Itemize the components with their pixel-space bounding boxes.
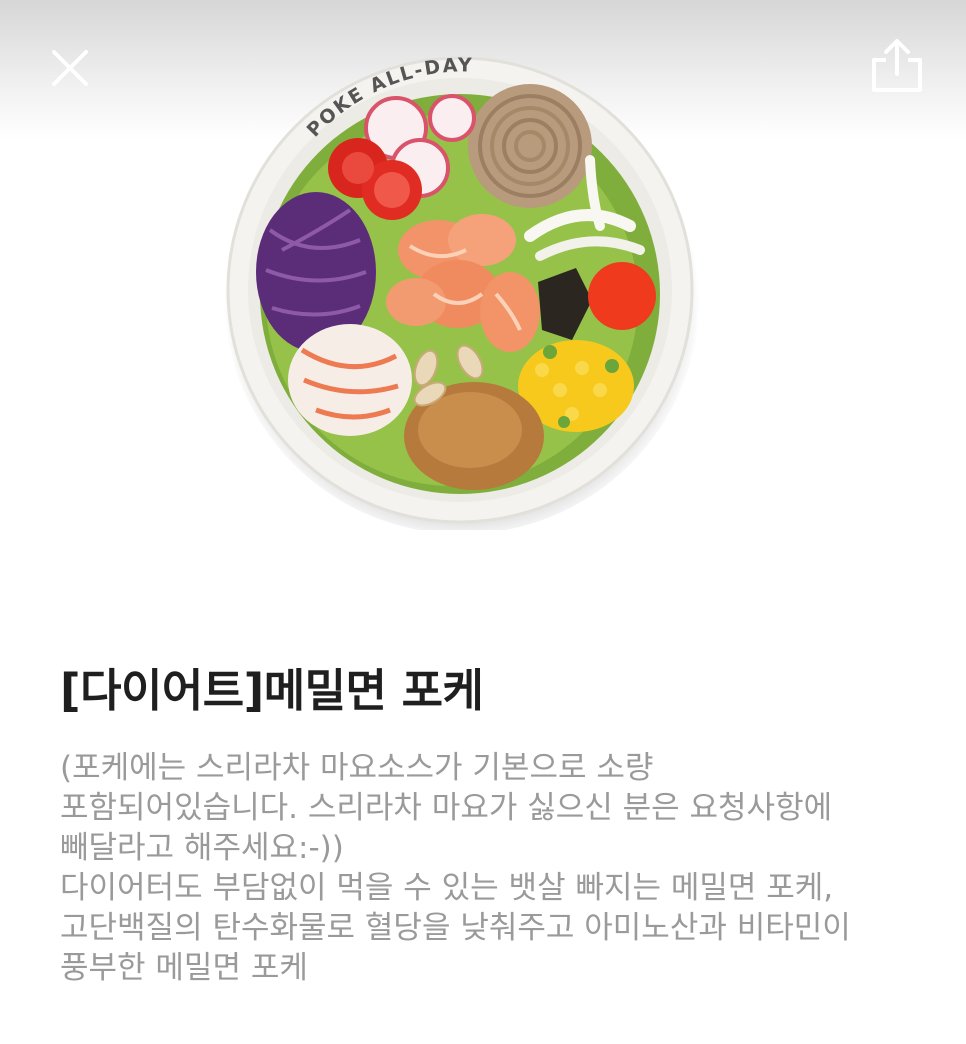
description-line: 포함되어있습니다. 스리라차 마요가 싫으신 분은 요청사항에 — [60, 790, 833, 826]
description-line: 빼달라고 해주세요:-)) — [60, 830, 344, 866]
product-description: (포케에는 스리라차 마요소스가 기본으로 소량 포함되어있습니다. 스리라차 … — [60, 748, 940, 988]
description-line: (포케에는 스리라차 마요소스가 기본으로 소량 — [60, 750, 654, 786]
share-icon[interactable] — [866, 36, 928, 98]
product-image: POKE ALL-DAY — [224, 54, 700, 530]
description-line: 풍부한 메밀면 포케 — [60, 950, 308, 986]
crab-stick — [288, 324, 412, 436]
product-detail-page: POKE ALL-DAY [다이어트]메밀면 포케 (포케에는 스리라차 마요소… — [0, 0, 966, 1044]
close-icon[interactable] — [44, 42, 96, 94]
soba-noodles — [468, 84, 592, 208]
product-title: [다이어트]메밀면 포케 — [60, 664, 484, 717]
description-line: 다이어터도 부담없이 먹을 수 있는 뱃살 빠지는 메밀면 포케, — [60, 870, 834, 906]
fish-roe — [588, 262, 656, 330]
description-line: 고단백질의 탄수화물로 혈당을 낮춰주고 아미노산과 비타민이 — [60, 910, 851, 946]
